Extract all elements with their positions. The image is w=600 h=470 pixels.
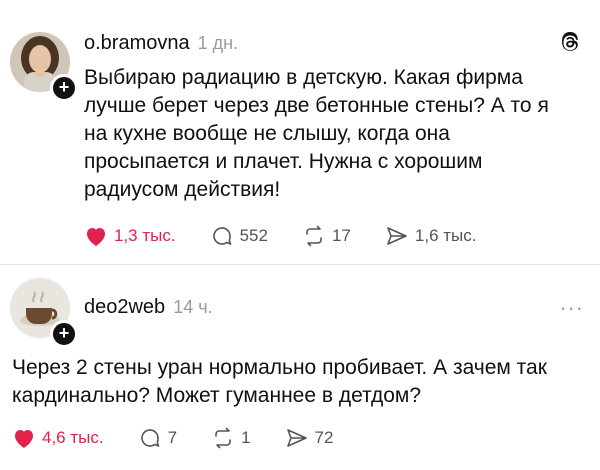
comment-button[interactable]: 552: [210, 224, 268, 248]
share-button[interactable]: 1,6 тыс.: [385, 224, 477, 248]
repost-count: 1: [241, 428, 251, 447]
repost-count: 17: [331, 226, 351, 245]
username[interactable]: deo2web: [84, 296, 165, 319]
heart-icon: [87, 228, 105, 246]
post-text: Выбираю радиацию в детскую. Какая фирма …: [84, 66, 549, 201]
comment-count: 552: [239, 226, 268, 245]
comment-icon: [140, 429, 159, 447]
comment-count: 7: [167, 428, 178, 447]
timestamp: 14 ч.: [173, 297, 213, 317]
repost-button[interactable]: 1: [211, 426, 251, 450]
timestamp: 1 дн.: [197, 33, 239, 53]
post-text: Через 2 стены уран нормально пробивает. …: [12, 356, 547, 407]
heart-icon: [15, 430, 33, 448]
post-1: + o.bramovna 1 дн. Выбираю радиацию в де…: [0, 0, 600, 264]
like-count: 1,3 тыс.: [114, 226, 176, 245]
repost-icon: [215, 427, 231, 449]
post-2-avatar-wrap[interactable]: +: [10, 278, 78, 348]
like-button[interactable]: 1,3 тыс.: [84, 225, 176, 247]
repost-button[interactable]: 17: [302, 224, 351, 248]
share-button[interactable]: 72: [285, 426, 334, 450]
share-count: 72: [314, 428, 334, 447]
username[interactable]: o.bramovna: [84, 32, 190, 55]
threads-logo-icon[interactable]: [558, 30, 582, 54]
post-1-header: o.bramovna 1 дн.: [84, 32, 238, 55]
comment-icon: [212, 227, 231, 245]
post-1-actions: 1,3 тыс. 552 17 1,6 тыс.: [84, 224, 510, 248]
share-count: 1,6 тыс.: [414, 226, 477, 245]
post-2: + deo2web 14 ч. ... Через 2 стены уран н…: [0, 264, 600, 470]
like-count: 4,6 тыс.: [42, 428, 104, 447]
post-2-actions: 4,6 тыс. 7 1 72: [12, 426, 367, 450]
more-options-icon[interactable]: ...: [560, 290, 584, 316]
comment-button[interactable]: 7: [138, 426, 177, 450]
follow-plus-icon[interactable]: +: [50, 74, 78, 102]
follow-plus-icon[interactable]: +: [50, 320, 78, 348]
like-button[interactable]: 4,6 тыс.: [12, 427, 104, 449]
share-icon: [387, 227, 407, 245]
repost-icon: [306, 225, 322, 247]
post-1-avatar-wrap[interactable]: +: [10, 32, 78, 102]
share-icon: [286, 429, 307, 447]
post-2-header: deo2web 14 ч.: [84, 296, 213, 319]
